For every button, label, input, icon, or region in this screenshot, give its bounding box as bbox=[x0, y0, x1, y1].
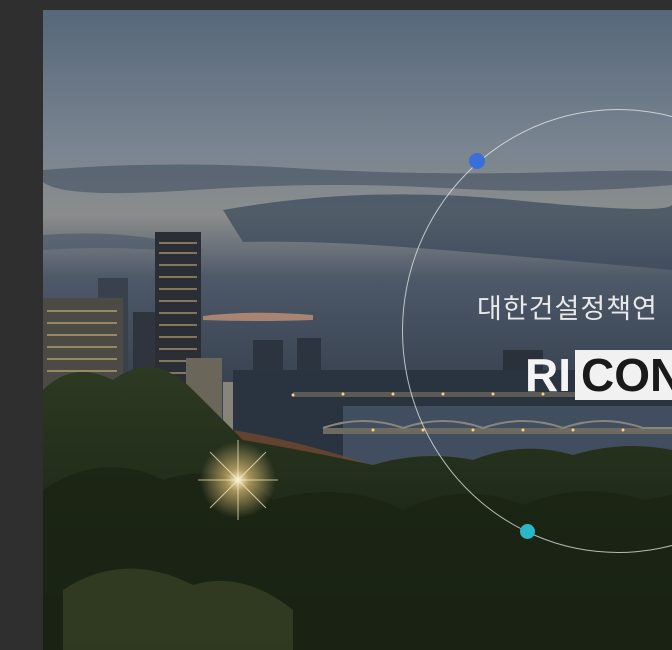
brand-logo: RI CON bbox=[525, 350, 672, 400]
blue-dot-icon bbox=[469, 153, 485, 169]
hero-banner: 대한건설정책연 RI CON bbox=[43, 10, 672, 650]
brand-text-boxed: CON bbox=[575, 350, 672, 400]
brand-text-plain: RI bbox=[525, 349, 571, 401]
hero-tagline: 대한건설정책연 bbox=[477, 294, 658, 325]
teal-dot-icon bbox=[520, 524, 535, 539]
